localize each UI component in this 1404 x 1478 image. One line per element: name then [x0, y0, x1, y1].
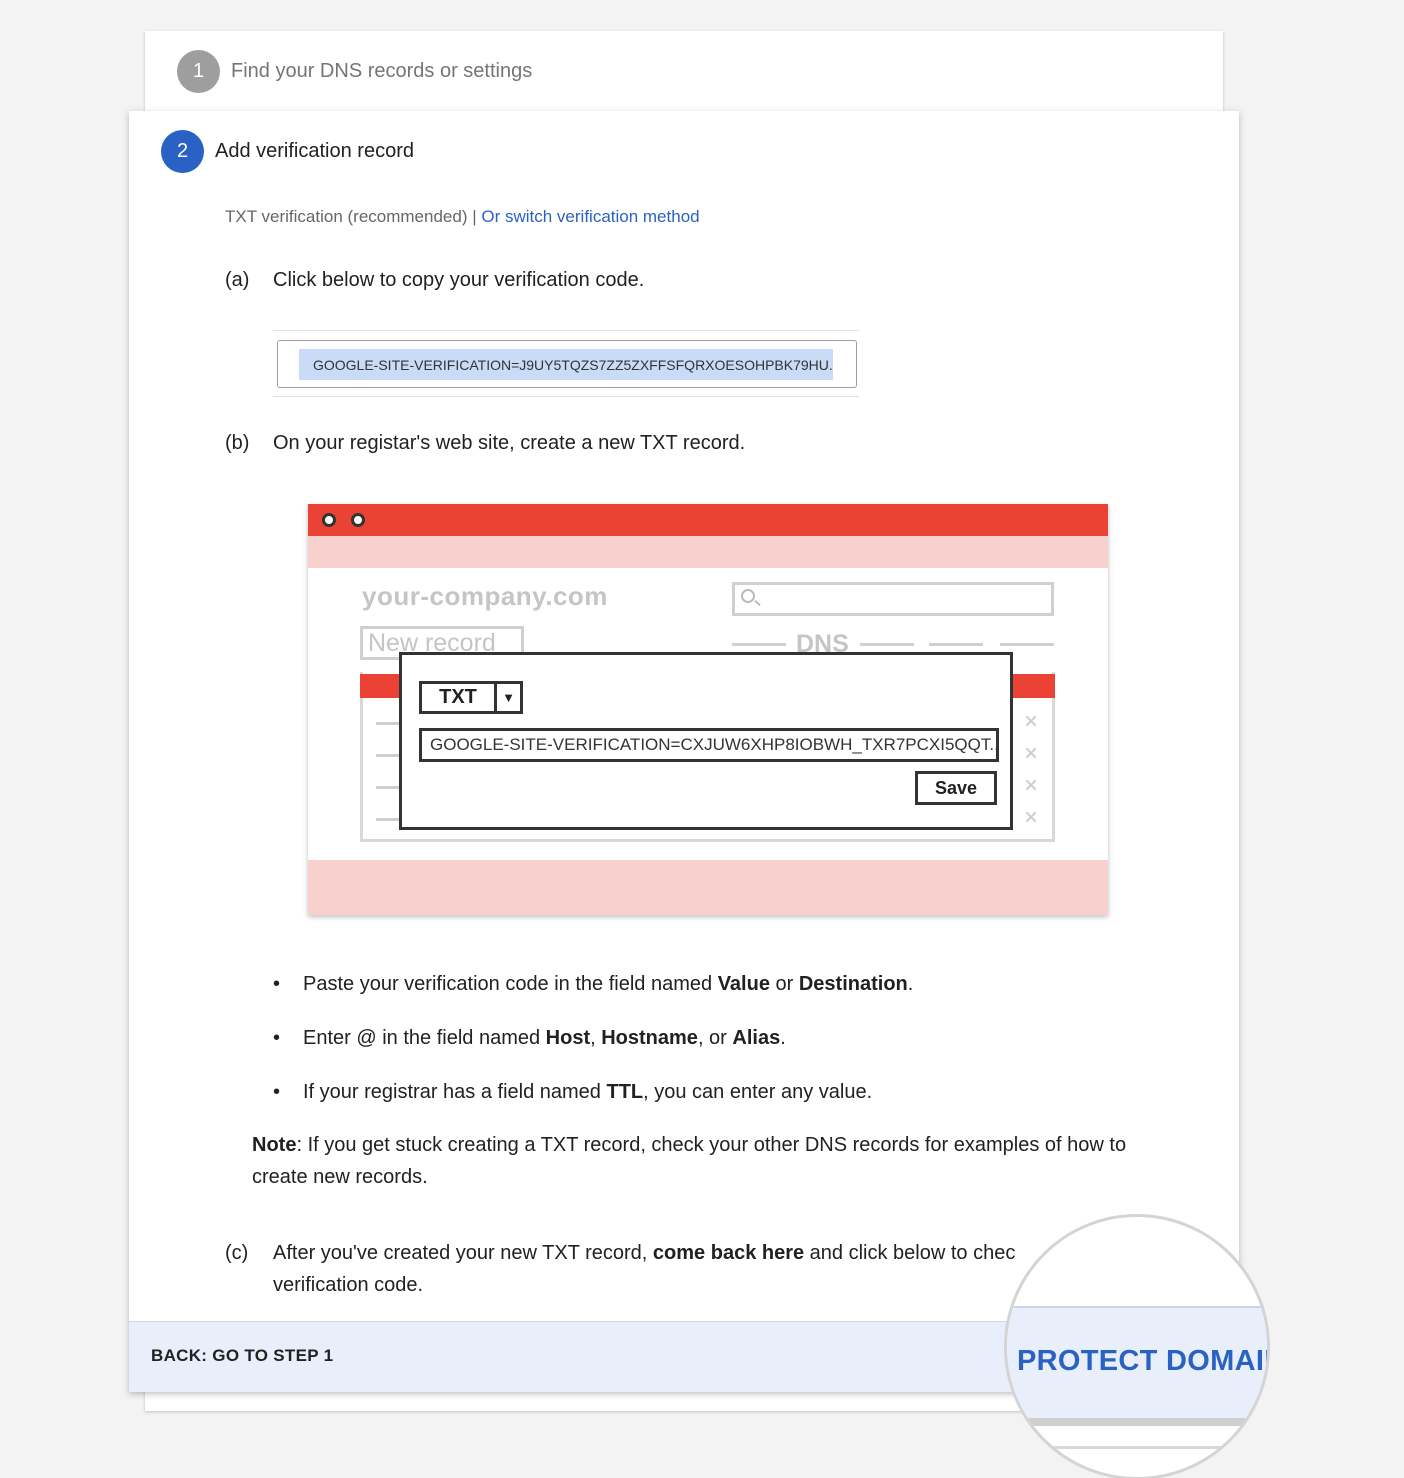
substep-c-bold: come back here — [652, 1242, 805, 1264]
substep-a-letter: (a) — [225, 269, 250, 291]
list-item-text: or — [769, 973, 799, 995]
step2-number: 2 — [161, 130, 204, 173]
illustration-dash — [732, 643, 786, 646]
instruction-list: Paste your verification code in the fiel… — [273, 970, 913, 1132]
substep-c-text-part: verification code. — [273, 1274, 424, 1296]
verification-code-field[interactable]: GOOGLE-SITE-VERIFICATION=J9UY5TQZS7ZZ5ZX… — [277, 340, 857, 388]
step1-number: 1 — [177, 50, 220, 93]
illustration-dash — [1000, 643, 1054, 646]
verification-code-value[interactable]: GOOGLE-SITE-VERIFICATION=J9UY5TQZS7ZZ5ZX… — [299, 349, 833, 380]
magnified-card-edge — [1007, 1446, 1267, 1449]
illustration-title-bar — [308, 504, 1108, 536]
illustration-header-band — [308, 536, 1108, 568]
illustration-domain: your-company.com — [362, 581, 608, 611]
substep-a-text: Click below to copy your verification co… — [273, 269, 645, 291]
list-item-text: , — [590, 1027, 602, 1049]
list-item-text: Enter @ in the field named — [303, 1027, 546, 1049]
note-paragraph: Note: If you get stuck creating a TXT re… — [252, 1129, 1132, 1193]
substep-c-text-part: and click below to chec — [804, 1242, 1016, 1264]
verification-code-area: GOOGLE-SITE-VERIFICATION=J9UY5TQZS7ZZ5ZX… — [273, 330, 859, 397]
list-item: Enter @ in the field named Host, Hostnam… — [273, 1024, 913, 1078]
list-item-text: . — [907, 973, 914, 995]
substep-c-text: After you've created your new TXT record… — [273, 1237, 1063, 1301]
step2-header: 2 Add verification record — [161, 130, 414, 173]
list-item-text: Paste your verification code in the fiel… — [303, 973, 718, 995]
registrar-illustration: your-company.com New record DNS × × × × … — [308, 504, 1108, 915]
method-text: TXT verification (recommended) | — [225, 207, 482, 226]
back-to-step1-button[interactable]: BACK: GO TO STEP 1 — [151, 1346, 333, 1366]
illustration-dash — [860, 643, 914, 646]
switch-method-link[interactable]: Or switch verification method — [481, 207, 699, 226]
substep-b-letter: (b) — [225, 432, 250, 454]
list-item-bold: Value — [717, 973, 770, 995]
step2-card: 2 Add verification record TXT verificati… — [129, 111, 1239, 1392]
magnified-card-shadow — [1007, 1418, 1267, 1426]
close-icon: × — [1024, 740, 1039, 767]
illustration-row-line — [376, 722, 400, 725]
list-item: If your registrar has a field named TTL,… — [273, 1078, 913, 1132]
close-icon: × — [1024, 804, 1039, 831]
window-dot-icon — [322, 513, 336, 527]
substep-c-letter: (c) — [225, 1242, 249, 1264]
substep-b: (b) On your registar's web site, create a… — [225, 432, 745, 455]
dropdown-arrow-icon: ▼ — [494, 684, 520, 711]
illustration-new-record-dialog: TXT ▼ GOOGLE-SITE-VERIFICATION=CXJUW6XHP… — [399, 652, 1013, 830]
magnifier-callout: PROTECT DOMAIN — [1004, 1214, 1270, 1478]
list-item-bold: TTL — [606, 1081, 644, 1103]
illustration-row-line — [376, 818, 400, 821]
substep-c-text-part: After you've created your new TXT record… — [273, 1242, 653, 1264]
close-icon: × — [1024, 708, 1039, 735]
illustration-search-box — [732, 582, 1054, 616]
illustration-row-line — [376, 786, 400, 789]
step2-title: Add verification record — [215, 140, 414, 162]
step1-header[interactable]: 1 Find your DNS records or settings — [177, 50, 532, 93]
illustration-record-value: GOOGLE-SITE-VERIFICATION=CXJUW6XHP8IOBWH… — [419, 728, 999, 762]
list-item-bold: Hostname — [601, 1027, 698, 1049]
window-dot-icon — [351, 513, 365, 527]
note-text: : If you get stuck creating a TXT record… — [252, 1134, 1127, 1188]
substep-a: (a) Click below to copy your verification… — [225, 269, 644, 292]
list-item-text: If your registrar has a field named — [303, 1081, 607, 1103]
list-item-text: , or — [697, 1027, 733, 1049]
verification-method-line: TXT verification (recommended) | Or swit… — [225, 207, 700, 227]
step1-title: Find your DNS records or settings — [231, 60, 533, 82]
list-item-bold: Destination — [798, 973, 908, 995]
protect-domain-button[interactable]: PROTECT DOMAIN — [1017, 1345, 1267, 1378]
substep-c: (c) After you've created your new TXT re… — [225, 1237, 1125, 1296]
illustration-dash — [929, 643, 983, 646]
list-item-bold: Alias — [732, 1027, 781, 1049]
illustration-footer-band — [308, 860, 1108, 915]
list-item-text: , you can enter any value. — [643, 1081, 873, 1103]
note-label: Note — [252, 1134, 297, 1156]
illustration-record-type-select: TXT ▼ — [419, 681, 523, 714]
list-item: Paste your verification code in the fiel… — [273, 970, 913, 1024]
illustration-save-button: Save — [915, 771, 997, 805]
search-icon — [741, 589, 755, 603]
close-icon: × — [1024, 772, 1039, 799]
list-item-bold: Host — [545, 1027, 591, 1049]
list-item-text: . — [780, 1027, 786, 1049]
illustration-row-line — [376, 754, 400, 757]
illustration-record-type: TXT — [439, 686, 477, 708]
substep-b-text: On your registar's web site, create a ne… — [273, 432, 746, 454]
